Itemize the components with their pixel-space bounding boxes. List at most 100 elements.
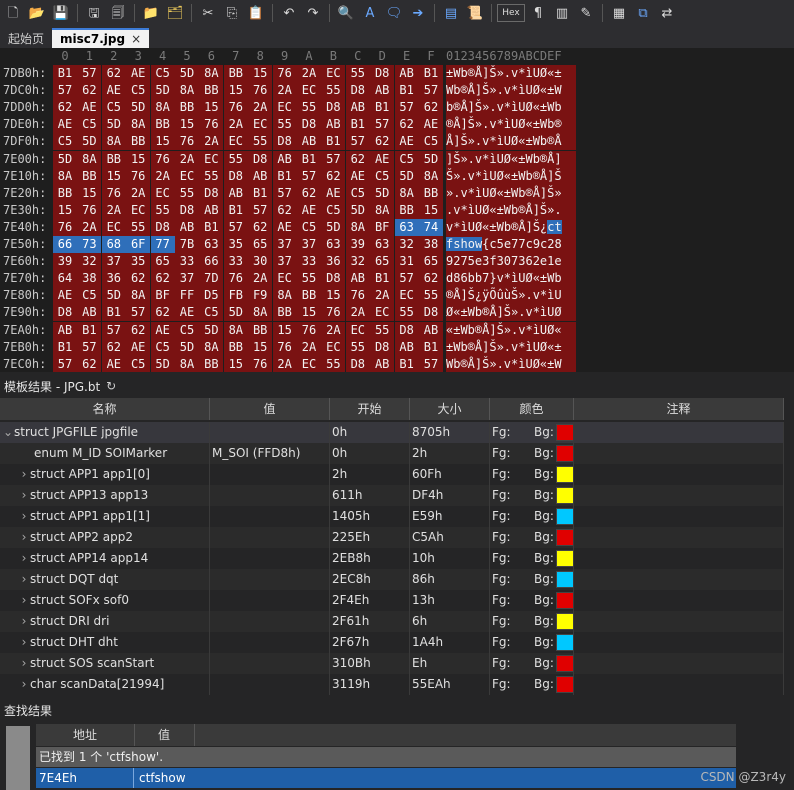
hex-byte[interactable]: C5	[126, 355, 151, 372]
hex-byte[interactable]: 55	[150, 201, 175, 219]
hex-byte[interactable]: 8A	[199, 338, 224, 356]
color-swatch[interactable]	[555, 634, 573, 651]
goto-icon[interactable]: ➔	[407, 2, 429, 24]
hex-byte[interactable]: 62	[53, 99, 77, 117]
hex-byte[interactable]: EC	[175, 167, 199, 185]
expand-caret-icon[interactable]: ›	[18, 485, 30, 506]
open-folder-icon[interactable]: 📁	[140, 2, 162, 24]
hex-byte[interactable]: 2A	[199, 133, 224, 151]
hex-byte[interactable]: 37	[175, 270, 199, 288]
undo-icon[interactable]: ↶	[278, 2, 300, 24]
hex-byte[interactable]: 62	[150, 270, 175, 288]
hex-byte[interactable]: 55	[297, 270, 321, 288]
hex-byte[interactable]: C5	[175, 321, 199, 339]
hex-byte[interactable]: AE	[126, 65, 151, 82]
hex-byte[interactable]: 55	[345, 65, 370, 82]
hex-byte[interactable]: BB	[150, 116, 175, 134]
hex-byte[interactable]: C5	[297, 218, 321, 236]
hex-byte[interactable]: D8	[175, 201, 199, 219]
hex-byte[interactable]: 7B	[175, 236, 199, 253]
hex-byte[interactable]: BB	[77, 167, 102, 185]
hex-byte[interactable]: 76	[345, 287, 370, 305]
hex-byte[interactable]: B1	[394, 82, 419, 100]
hex-byte[interactable]: 76	[199, 116, 224, 134]
hex-byte[interactable]: AB	[297, 133, 321, 151]
ascii-row[interactable]: fshow{c5e77c9c28	[446, 236, 576, 253]
hex-byte[interactable]: 65	[419, 253, 443, 271]
hex-byte[interactable]: 5D	[175, 65, 199, 82]
hex-byte[interactable]: 39	[53, 253, 77, 271]
hex-byte[interactable]: 76	[272, 65, 297, 82]
expand-caret-icon[interactable]: ›	[18, 527, 30, 548]
hex-byte[interactable]: EC	[345, 321, 370, 339]
hex-byte[interactable]: 55	[223, 150, 248, 168]
hex-byte[interactable]: D5	[199, 287, 224, 305]
hex-byte[interactable]: B1	[297, 150, 321, 168]
hex-byte[interactable]: C5	[77, 287, 102, 305]
hex-byte[interactable]: 15	[53, 201, 77, 219]
template-row[interactable]: › struct APP1 app1[1] 1405h E59h Fg: Bg:	[0, 506, 784, 527]
color-swatch[interactable]	[555, 550, 573, 567]
hex-byte[interactable]: 55	[248, 133, 273, 151]
hex-byte[interactable]: 2A	[321, 321, 346, 339]
hex-byte[interactable]: 8A	[272, 287, 297, 305]
hex-editor[interactable]: 0 1 2 3 4 5 6 7 8 9 A B C D E F 0123456789ABCDEF 7DB0h: B…	[0, 48, 794, 372]
hex-byte[interactable]: 65	[150, 253, 175, 271]
hex-byte[interactable]: EC	[297, 355, 321, 372]
hex-byte[interactable]: 38	[419, 236, 443, 253]
hex-byte[interactable]: 35	[126, 253, 151, 271]
column-header-name[interactable]: 名称	[0, 398, 210, 420]
hex-byte[interactable]: 2A	[272, 82, 297, 100]
hex-byte[interactable]: 76	[175, 133, 199, 151]
hex-byte[interactable]: 55	[321, 82, 346, 100]
hex-byte[interactable]: BB	[126, 133, 151, 151]
hex-byte[interactable]: 62	[419, 99, 443, 117]
hex-byte[interactable]: EC	[370, 304, 395, 322]
hex-byte[interactable]: AE	[370, 150, 395, 168]
hex-byte[interactable]: 8A	[175, 82, 199, 100]
hex-byte[interactable]: 65	[370, 253, 395, 271]
hex-byte[interactable]: 8A	[370, 201, 395, 219]
hex-byte[interactable]: C5	[150, 65, 175, 82]
hex-byte[interactable]: FF	[175, 287, 199, 305]
expand-caret-icon[interactable]: ⌄	[2, 422, 14, 443]
hex-byte[interactable]: 8A	[248, 304, 273, 322]
hex-byte[interactable]: AB	[321, 116, 346, 134]
hex-byte[interactable]: 55	[126, 218, 151, 236]
hex-byte[interactable]: 57	[53, 355, 77, 372]
hex-byte[interactable]: 15	[248, 65, 273, 82]
template-row[interactable]: › struct APP14 app14 2EB8h 10h Fg: Bg:	[0, 548, 784, 569]
hex-byte[interactable]: 8A	[199, 65, 224, 82]
hex-byte[interactable]: AE	[297, 201, 321, 219]
expand-caret-icon[interactable]: ›	[18, 548, 30, 569]
hex-byte[interactable]: 62	[77, 82, 102, 100]
hex-byte[interactable]: 2A	[272, 355, 297, 372]
hex-byte[interactable]: D8	[248, 150, 273, 168]
hex-byte[interactable]: AE	[126, 338, 151, 356]
hex-byte[interactable]: AE	[77, 99, 102, 117]
hex-byte[interactable]: 57	[77, 338, 102, 356]
hex-byte[interactable]: 64	[53, 270, 77, 288]
hex-mode-icon[interactable]: Hex	[497, 4, 525, 22]
hex-byte[interactable]: C5	[419, 133, 443, 151]
hex-byte[interactable]: 62	[101, 338, 126, 356]
hex-byte[interactable]: EC	[126, 201, 151, 219]
pilcrow-icon[interactable]: ¶	[527, 2, 549, 24]
color-swatch[interactable]	[555, 592, 573, 609]
hex-byte[interactable]: 55	[419, 287, 443, 305]
column-header-value[interactable]: 值	[134, 724, 195, 746]
hex-byte[interactable]: C5	[53, 133, 77, 151]
hex-byte[interactable]: 55	[272, 116, 297, 134]
hex-byte[interactable]: EC	[223, 133, 248, 151]
color-swatch[interactable]	[555, 466, 573, 483]
hex-byte[interactable]: F9	[248, 287, 273, 305]
paste-icon[interactable]: 📋	[245, 2, 267, 24]
hex-byte[interactable]: C5	[150, 338, 175, 356]
hex-byte[interactable]: 57	[77, 65, 102, 82]
hex-byte[interactable]: 62	[126, 321, 151, 339]
hex-byte[interactable]: AB	[53, 321, 77, 339]
hex-byte[interactable]: B1	[419, 65, 443, 82]
hex-byte[interactable]: 57	[53, 82, 77, 100]
hex-byte[interactable]: B1	[199, 218, 224, 236]
hex-byte[interactable]: 8A	[419, 167, 443, 185]
